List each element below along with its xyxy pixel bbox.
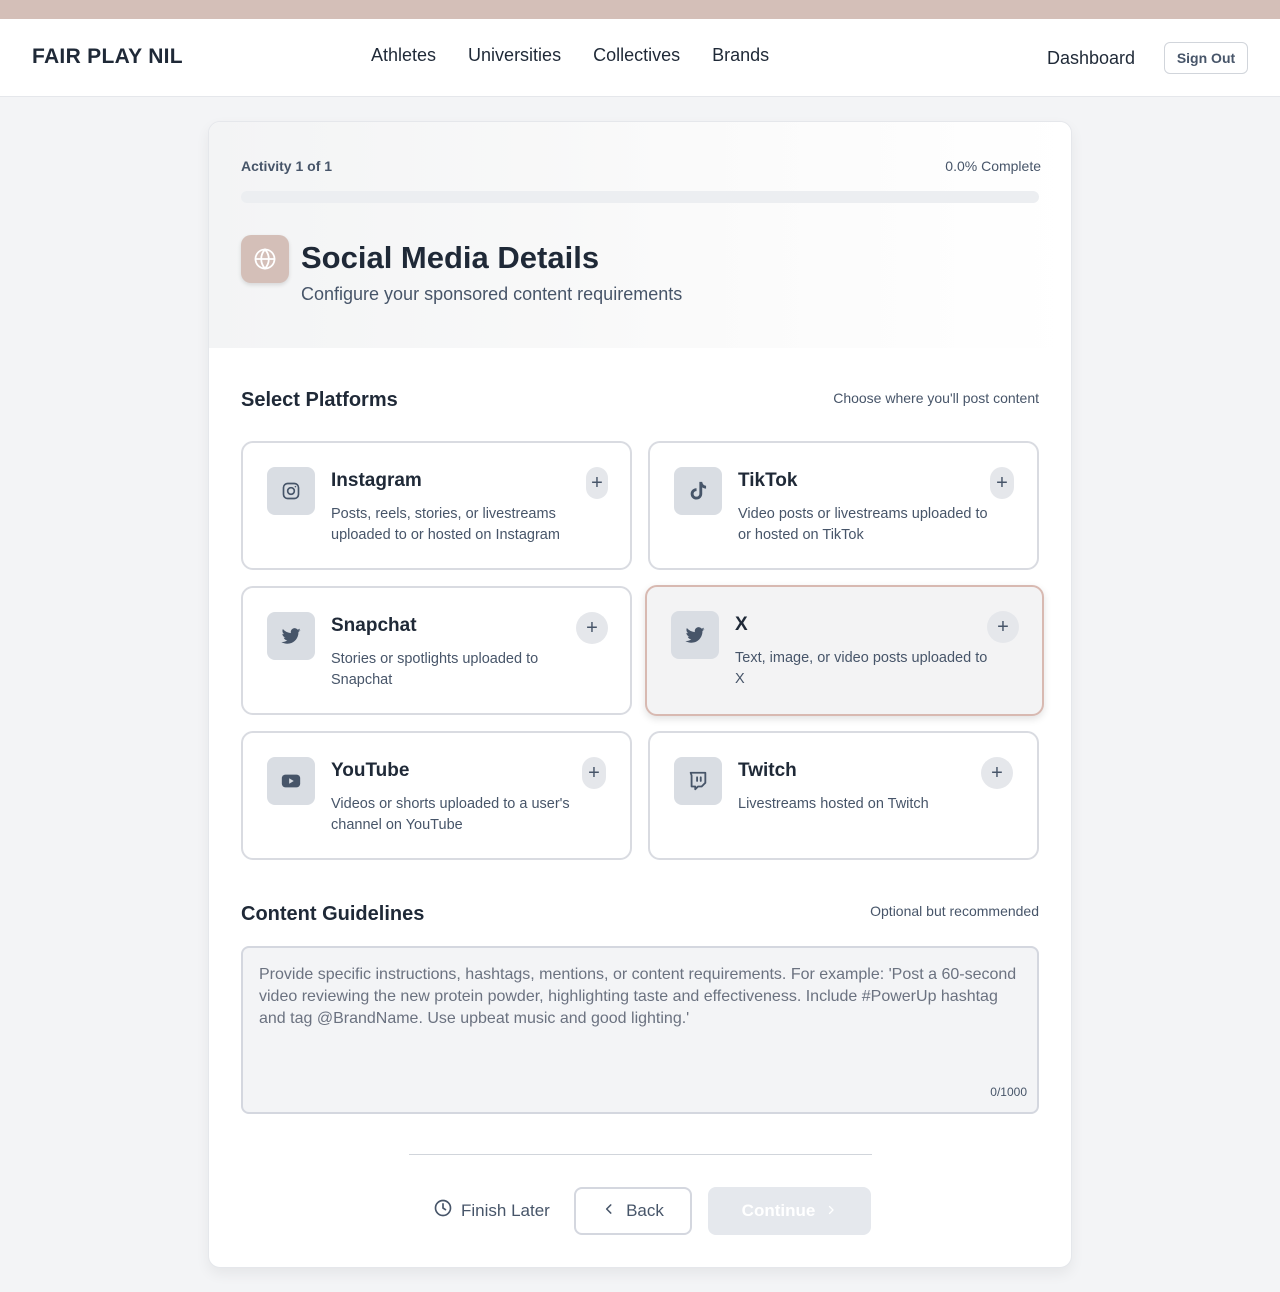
add-icon[interactable]: + <box>981 757 1013 789</box>
progress-bar <box>241 191 1039 203</box>
platform-name: Snapchat <box>331 615 417 636</box>
activity-card: Activity 1 of 1 0.0% Complete Social Med… <box>208 121 1072 1268</box>
platforms-section-hint: Choose where you'll post content <box>833 390 1039 406</box>
twitch-icon <box>674 757 722 805</box>
header: FAIR PLAY NIL Athletes Universities Coll… <box>0 19 1280 97</box>
platform-description: Videos or shorts uploaded to a user's ch… <box>331 796 570 833</box>
finish-later-button[interactable]: Finish Later <box>433 1198 550 1223</box>
nav-brands[interactable]: Brands <box>712 45 769 66</box>
platform-card-instagram[interactable]: Instagram Posts, reels, stories, or live… <box>241 441 632 570</box>
youtube-icon <box>267 757 315 805</box>
platforms-section-title: Select Platforms <box>241 389 398 411</box>
nav-athletes[interactable]: Athletes <box>371 45 436 66</box>
tiktok-icon <box>674 467 722 515</box>
clock-icon <box>433 1198 453 1223</box>
main-nav: Athletes Universities Collectives Brands <box>371 45 769 66</box>
dashboard-link[interactable]: Dashboard <box>1047 48 1135 69</box>
add-icon[interactable]: + <box>586 467 608 499</box>
platform-card-twitch[interactable]: Twitch Livestreams hosted on Twitch + <box>648 731 1039 860</box>
continue-button[interactable]: Continue <box>708 1187 871 1235</box>
platform-card-x[interactable]: X Text, image, or video posts uploaded t… <box>645 585 1044 716</box>
page-title: Social Media Details <box>301 240 600 275</box>
bird-icon <box>671 611 719 659</box>
continue-label: Continue <box>741 1201 816 1220</box>
platform-description: Text, image, or video posts uploaded to … <box>735 650 988 687</box>
platform-name: Twitch <box>738 760 797 781</box>
platform-description: Livestreams hosted on Twitch <box>738 796 929 812</box>
platform-name: TikTok <box>738 470 798 491</box>
content-guidelines-input[interactable] <box>241 946 1039 1114</box>
back-label: Back <box>626 1201 664 1220</box>
add-icon[interactable]: + <box>990 467 1014 499</box>
finish-later-label: Finish Later <box>461 1200 550 1220</box>
platform-card-tiktok[interactable]: TikTok Video posts or livestreams upload… <box>648 441 1039 570</box>
page-subtitle: Configure your sponsored content require… <box>301 284 683 304</box>
add-icon[interactable]: + <box>987 611 1019 643</box>
guidelines-section-hint: Optional but recommended <box>870 903 1039 919</box>
activity-counter: Activity 1 of 1 <box>241 158 333 174</box>
logo[interactable]: FAIR PLAY NIL <box>32 45 183 69</box>
instagram-icon <box>267 467 315 515</box>
platform-description: Video posts or livestreams uploaded to o… <box>738 506 988 543</box>
nav-collectives[interactable]: Collectives <box>593 45 680 66</box>
add-icon[interactable]: + <box>576 612 608 644</box>
bird-icon <box>267 612 315 660</box>
nav-universities[interactable]: Universities <box>468 45 561 66</box>
sign-out-button[interactable]: Sign Out <box>1164 42 1248 74</box>
completion-percent: 0.0% Complete <box>945 158 1041 174</box>
platform-name: X <box>735 614 748 635</box>
platform-name: YouTube <box>331 760 410 781</box>
platform-description: Posts, reels, stories, or livestreams up… <box>331 506 560 543</box>
platform-card-snapchat[interactable]: Snapchat Stories or spotlights uploaded … <box>241 586 632 715</box>
globe-icon <box>241 235 289 283</box>
platform-card-youtube[interactable]: YouTube Videos or shorts uploaded to a u… <box>241 731 632 860</box>
chevron-left-icon <box>602 1201 616 1221</box>
top-accent-bar <box>0 0 1280 19</box>
back-button[interactable]: Back <box>574 1187 692 1235</box>
guidelines-section-title: Content Guidelines <box>241 903 425 925</box>
add-icon[interactable]: + <box>582 757 606 789</box>
card-header: Activity 1 of 1 0.0% Complete Social Med… <box>209 122 1071 348</box>
footer-divider <box>409 1154 872 1155</box>
platform-name: Instagram <box>331 470 422 491</box>
platform-description: Stories or spotlights uploaded to Snapch… <box>331 651 539 688</box>
chevron-right-icon <box>825 1201 837 1221</box>
character-counter: 0/1000 <box>990 1085 1027 1099</box>
